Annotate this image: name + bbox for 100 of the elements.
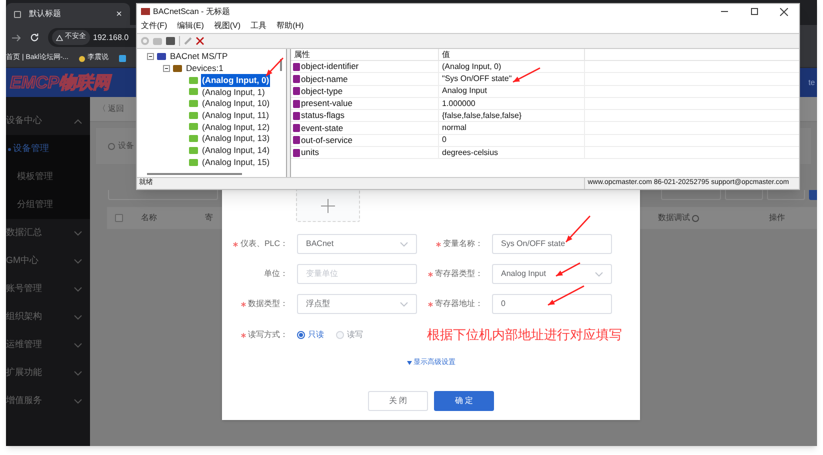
tree-item[interactable]: (Analog Input, 12) <box>201 120 271 134</box>
help-icon <box>692 214 699 222</box>
browser-tab[interactable]: 默认标题 × <box>6 3 130 25</box>
annotation-arrow <box>548 285 584 306</box>
column-header: 值 <box>439 49 585 60</box>
menu-item[interactable]: 文件(F) <box>141 20 168 32</box>
confirm-button[interactable]: 确 定 <box>434 390 494 410</box>
user-name: te <box>808 76 815 88</box>
property-name: object-type <box>301 84 343 98</box>
checkbox[interactable] <box>115 214 123 222</box>
scrollbar[interactable] <box>280 59 282 71</box>
radio-option[interactable]: 只读 <box>297 329 324 341</box>
column-header: 操作 <box>769 212 785 224</box>
menu-item[interactable]: 工具 <box>250 20 267 32</box>
property-value: normal <box>439 122 585 134</box>
bullet-icon <box>8 148 11 150</box>
annotation-text: 根据下位机内部地址进行对应填写 <box>427 326 622 344</box>
input-field[interactable]: 0 <box>492 294 612 314</box>
bookmark-favicon <box>78 56 84 62</box>
chevron-icon <box>74 398 82 404</box>
property-name: status-flags <box>301 109 344 122</box>
collapse-icon[interactable] <box>147 53 154 60</box>
column-header: 寄 <box>205 212 213 224</box>
field-label: 变量名称： <box>417 238 483 250</box>
forward-icon[interactable] <box>12 34 21 42</box>
required-icon <box>428 272 433 276</box>
caret-icon <box>406 361 412 366</box>
property-name: out-of-service <box>301 134 352 147</box>
chevron-icon <box>400 302 408 306</box>
pencil-icon[interactable] <box>184 37 192 45</box>
tree-item[interactable]: (Analog Input, 11) <box>201 108 270 122</box>
close-icon[interactable] <box>780 8 788 16</box>
required-icon <box>436 242 441 246</box>
property-name: present-value <box>301 97 353 110</box>
tree-item[interactable]: (Analog Input, 13) <box>201 132 271 146</box>
delete-icon[interactable] <box>196 37 204 45</box>
primary-button[interactable] <box>809 190 817 200</box>
column-header: 名称 <box>141 212 157 224</box>
field-label: 寄存器类型： <box>417 268 483 280</box>
annotation-arrow <box>566 216 590 242</box>
menu-item[interactable]: 编辑(E) <box>177 20 204 32</box>
chevron-icon <box>595 272 603 276</box>
chevron-icon <box>74 118 82 124</box>
chevron-icon <box>74 258 82 264</box>
window-title: BACnetScan - 无标题 <box>153 6 231 18</box>
chevron-icon <box>74 342 82 348</box>
url-text: 192.168.0 <box>93 32 129 44</box>
annotation-arrow <box>556 262 580 277</box>
chevron-icon <box>74 314 82 320</box>
field-label: 单位： <box>263 268 288 280</box>
column-header: 数据调试 <box>658 212 699 224</box>
chevron-icon <box>74 230 82 236</box>
banner-title: EMCP物联网 <box>10 72 110 94</box>
select-field[interactable]: Analog Input <box>492 264 612 284</box>
property-value: {false,false,false,false} <box>439 110 585 122</box>
property-name: units <box>301 146 319 160</box>
tree-item[interactable]: (Analog Input, 14) <box>201 144 271 157</box>
warning-icon <box>56 34 63 40</box>
annotation-arrow <box>266 58 284 76</box>
property-value: Analog Input <box>439 86 585 97</box>
property-name: event-state <box>301 122 344 135</box>
required-icon <box>241 332 246 338</box>
upload-box[interactable] <box>296 190 360 222</box>
column-header: 属性 <box>291 49 439 60</box>
tree-item[interactable]: BACnet MS/TP <box>169 50 229 64</box>
info-text: 设备 <box>118 140 134 152</box>
scrollbar[interactable] <box>147 173 242 175</box>
input-field[interactable]: Sys On/OFF state <box>492 234 612 254</box>
tree-item[interactable]: (Analog Input, 15) <box>201 156 271 168</box>
property-value: 0 <box>439 134 585 146</box>
chevron-icon <box>74 286 82 292</box>
bookmark-favicon <box>118 55 126 62</box>
property-value: (Analog Input, 0) <box>439 61 585 72</box>
tree-item[interactable]: (Analog Input, 10) <box>201 97 271 110</box>
required-icon <box>428 302 433 306</box>
annotation-arrow <box>512 67 540 83</box>
tree-item[interactable]: (Analog Input, 0) <box>201 74 270 87</box>
close-button[interactable]: 关 闭 <box>368 390 428 410</box>
tree-item[interactable]: (Analog Input, 1) <box>201 86 266 98</box>
page-icon <box>14 10 21 18</box>
reload-icon[interactable] <box>30 33 39 42</box>
tab-title: 默认标题 <box>29 8 62 20</box>
collapse-icon[interactable] <box>163 65 170 72</box>
field-label: 数据类型： <box>222 298 288 310</box>
property-value: degrees-celsius <box>439 147 585 158</box>
menu-item[interactable]: 帮助(H) <box>276 20 304 32</box>
select-field[interactable]: BACnet <box>297 234 417 254</box>
field-label: 读写方式： <box>222 329 288 341</box>
tab-close-button[interactable]: × <box>116 6 122 22</box>
property-name: object-name <box>301 72 348 86</box>
chevron-icon <box>74 370 82 376</box>
field-label: 仪表、PLC： <box>222 238 288 250</box>
property-name: object-identifier <box>301 60 359 74</box>
field-label: 寄存器地址： <box>417 298 483 310</box>
plus-icon <box>321 198 335 212</box>
menu-item[interactable]: 视图(V) <box>214 20 241 32</box>
info-icon <box>108 142 115 150</box>
select-field[interactable]: 浮点型 <box>297 294 417 314</box>
property-value: 1.000000 <box>439 98 585 110</box>
tree-item[interactable]: Devices:1 <box>185 62 224 75</box>
